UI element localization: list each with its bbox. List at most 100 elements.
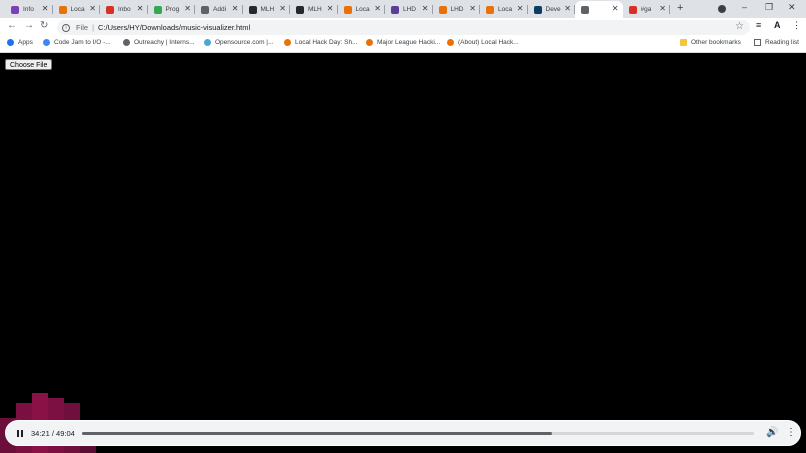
other-bookmarks-label: Other bookmarks [691,39,741,46]
bookmark-label: (About) Local Hack... [458,39,519,46]
tab-title: Info [23,6,34,13]
time-display: 34:21 / 49:04 [31,429,75,438]
tab-close-icon[interactable]: ✕ [232,4,239,13]
bookmark-item[interactable]: (About) Local Hack... [447,39,519,46]
browser-tab[interactable]: #ga ✕ [623,1,670,18]
browser-tab[interactable]: MLH ✕ [243,1,290,18]
back-icon[interactable]: ← [7,20,17,31]
audio-player[interactable]: 34:21 / 49:04 🔊 ⋮ [5,420,801,446]
tab-title: Addi [213,6,227,13]
reload-icon[interactable]: ↻ [40,20,48,31]
bookmark-star-icon[interactable]: ☆ [735,21,744,32]
bookmark-label: Code Jam to I/O -... [54,39,111,46]
folder-icon [680,39,687,46]
progress-fill [82,432,553,435]
browser-tab[interactable]: MLH ✕ [290,1,338,18]
close-window-icon[interactable]: ✕ [788,2,796,13]
tab-close-icon[interactable]: ✕ [279,4,286,13]
minimize-icon[interactable]: – [742,2,747,12]
url-text[interactable]: C:/Users/HY/Downloads/music-visualizer.h… [98,23,250,32]
tab-title: Loca [355,6,370,13]
tab-title: #ga [640,6,652,13]
choose-file-button[interactable]: Choose File [5,59,53,70]
tab-favicon-icon [533,5,542,14]
browser-tab[interactable]: Loca ✕ [480,1,528,18]
extension-icon[interactable]: A [774,20,781,30]
tab-favicon-icon [153,5,162,14]
reading-list[interactable]: Reading list [754,39,799,46]
google-icon [43,39,50,46]
tab-title: LHD [450,6,464,13]
tab-title: Deve [545,6,561,13]
bookmark-item[interactable]: Apps [7,39,33,46]
tab-close-icon[interactable]: ✕ [184,4,191,13]
tab-close-icon[interactable]: ✕ [659,4,666,13]
tab-strip: Info ✕ Loca ✕ Inbo ✕ Prog ✕ Addi ✕ MLH ✕ MLH ✕ Loca ✕ LH… [0,0,806,18]
browser-tab[interactable]: Inbo ✕ [100,1,148,18]
tab-favicon-icon [11,5,19,14]
tab-close-icon[interactable]: ✕ [42,4,49,13]
tab-favicon-icon [628,5,637,14]
browser-tab[interactable]: Loca ✕ [53,1,100,18]
tab-title: MLH [308,6,322,13]
toolbar: ← → ↻ i File | C:/Users/HY/Downloads/mus… [0,18,806,37]
tab-close-icon[interactable]: ✕ [374,4,381,13]
tab-close-icon[interactable]: ✕ [422,4,429,13]
lhd-icon [447,39,454,46]
browser-tab[interactable]: Addi ✕ [195,1,243,18]
new-tab-button[interactable]: + [677,2,683,14]
bookmark-label: Local Hack Day: Sh... [295,39,358,46]
tab-close-icon[interactable]: ✕ [612,4,619,13]
progress-track[interactable] [82,432,754,435]
browser-tab[interactable]: LHD ✕ [385,1,433,18]
url-separator: | [92,23,95,32]
bookmark-label: Major League Hacki... [377,39,441,46]
tab-title: Loca [70,6,85,13]
browser-tab[interactable]: Deve ✕ [528,1,575,18]
lhd-icon [366,39,373,46]
browser-tab[interactable]: Loca ✕ [338,1,385,18]
player-menu-icon[interactable]: ⋮ [786,427,796,438]
tab-close-icon[interactable]: ✕ [137,4,144,13]
bookmark-item[interactable]: Major League Hacki... [366,39,440,46]
bookmark-label: Opensource.com |... [215,39,274,46]
address-bar[interactable]: i File | C:/Users/HY/Downloads/music-vis… [57,20,750,35]
tab-favicon-icon [391,5,399,14]
browser-tab[interactable]: LHD ✕ [433,1,480,18]
browser-tab[interactable]: ✕ [575,1,623,18]
bookmark-item[interactable]: Local Hack Day: Sh... [284,39,358,46]
reading-mode-icon[interactable]: ≡ [756,20,761,30]
tab-close-icon[interactable]: ✕ [469,4,476,13]
reading-list-label: Reading list [765,39,799,46]
pause-icon[interactable] [17,430,23,437]
tab-favicon-icon [106,5,114,14]
tab-close-icon[interactable]: ✕ [327,4,334,13]
tab-title: Prog [165,6,180,13]
tab-close-icon[interactable]: ✕ [517,4,524,13]
opensource-icon [204,39,211,46]
other-bookmarks[interactable]: Other bookmarks [680,39,741,46]
browser-tab[interactable]: Info ✕ [5,1,53,18]
tab-favicon-icon [486,5,494,14]
maximize-icon[interactable]: ❐ [765,2,773,13]
page-content: Choose File [0,53,806,453]
bookmark-item[interactable]: Code Jam to I/O -... [43,39,111,46]
tab-close-icon[interactable]: ✕ [89,4,96,13]
tab-favicon-icon [296,5,304,14]
globe-icon [123,39,130,46]
tab-favicon-icon [581,5,589,14]
bookmark-label: Outreachy | Interns... [134,39,195,46]
apps-grid-icon [7,39,14,46]
browser-tab[interactable]: Prog ✕ [148,1,195,18]
menu-kebab-icon[interactable]: ⋮ [792,20,801,31]
profile-icon[interactable] [718,5,726,13]
tab-favicon-icon [201,5,209,14]
forward-icon[interactable]: → [24,20,34,31]
info-icon[interactable]: i [62,23,70,32]
tab-title: Loca [498,6,513,13]
tab-close-icon[interactable]: ✕ [564,4,571,13]
bookmark-item[interactable]: Opensource.com |... [204,39,273,46]
bookmark-item[interactable]: Outreachy | Interns... [123,39,195,46]
tab-favicon-icon [248,5,257,14]
volume-icon[interactable]: 🔊 [766,427,778,438]
